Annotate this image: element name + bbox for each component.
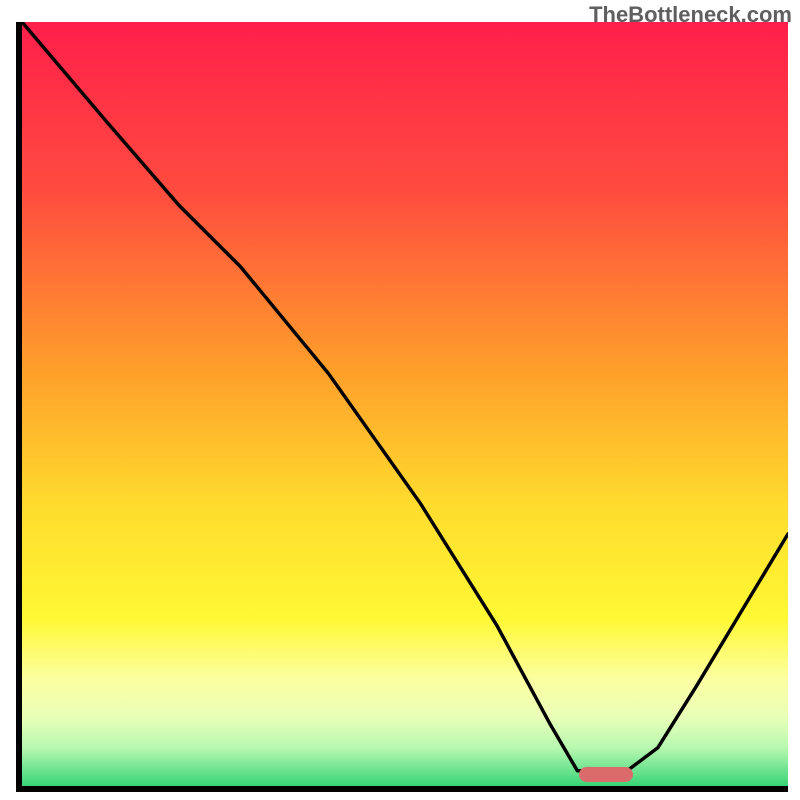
curve-layer [22,22,788,786]
plot-area [22,22,788,786]
bottleneck-curve [22,22,788,771]
highlight-marker [579,767,633,782]
chart-container: TheBottleneck.com [0,0,800,800]
x-axis [16,786,788,792]
